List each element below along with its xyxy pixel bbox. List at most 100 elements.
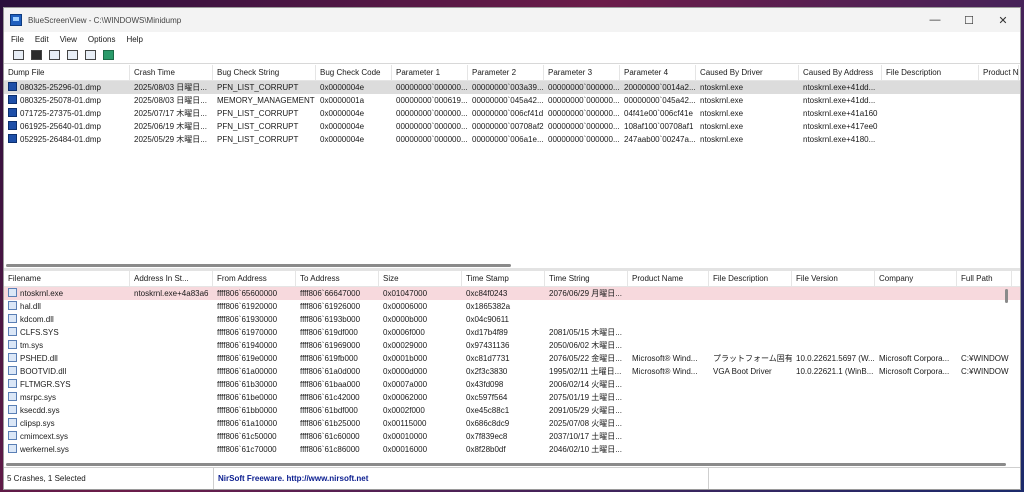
save-icon[interactable] [28,48,44,62]
cell-address-in-stack [130,352,213,365]
cell-time-stamp: 0x04c90611 [466,315,509,324]
cell-full-path [957,417,1012,430]
column-header-address-in-stack[interactable]: Address In St... [130,271,213,286]
cell-parameter-4: 247aab00`00247a... [624,135,696,144]
driver-row[interactable]: cmimcext.sys ffff806`61c50000 ffff806`61c6… [4,430,1020,443]
menu-file[interactable]: File [7,35,31,44]
column-header-to-address[interactable]: To Address [296,271,379,286]
driver-row[interactable]: PSHED.dll ffff806`619e0000 ffff806`619fb00… [4,352,1020,365]
cell-company [875,404,957,417]
cell-full-path [957,339,1012,352]
html-report-icon[interactable] [64,48,80,62]
cell-caused-by-driver: ntoskrnl.exe [700,109,744,118]
column-header-caused-by-driver[interactable]: Caused By Driver [696,65,799,80]
cell-product-name [979,120,1019,133]
properties-icon[interactable] [10,48,26,62]
crash-row[interactable]: 080325-25296-01.dmp 2025/08/03 日曜日... PFN_… [4,81,1020,94]
column-header-company[interactable]: Company [875,271,957,286]
cell-file-description [709,430,792,443]
copy-icon[interactable] [46,48,62,62]
nirsoft-link[interactable]: NirSoft Freeware. http://www.nirsoft.net [214,468,709,489]
crash-list-hscroll[interactable] [6,264,511,267]
find-icon[interactable] [82,48,98,62]
column-header-from-address[interactable]: From Address [213,271,296,286]
maximize-button[interactable]: ☐ [952,14,986,27]
driver-row[interactable]: ntoskrnl.exe ntoskrnl.exe+4a83a6 ffff806`6… [4,287,1020,300]
column-header-file-description[interactable]: File Description [882,65,979,80]
cell-bug-check-code: 0x0000004e [320,122,365,131]
driver-list-vscroll[interactable] [1005,289,1008,303]
minimize-button[interactable]: — [918,14,952,26]
crash-row[interactable]: 080325-25078-01.dmp 2025/08/03 日曜日... MEMO… [4,94,1020,107]
cell-product-name [628,430,709,443]
cell-from-address: ffff806`619e0000 [217,354,278,363]
close-button[interactable]: ✕ [986,14,1020,27]
cell-parameter-1: 00000000`000000... [396,109,468,118]
column-header-filename[interactable]: Filename [4,271,130,286]
cell-address-in-stack [130,313,213,326]
cell-parameter-4: 04f41e00`006cf41e [624,109,693,118]
driver-row[interactable]: msrpc.sys ffff806`61be0000 ffff806`61c4200… [4,391,1020,404]
cell-time-stamp: 0xc84f0243 [466,289,508,298]
menu-options[interactable]: Options [84,35,123,44]
cell-full-path: C:¥WINDOW [961,367,1009,376]
column-header-parameter-2[interactable]: Parameter 2 [468,65,544,80]
driver-row[interactable]: tm.sys ffff806`61940000 ffff806`61969000 0x… [4,339,1020,352]
cell-size: 0x00115000 [383,419,427,428]
column-header-dump-file[interactable]: Dump File [4,65,130,80]
column-header-parameter-3[interactable]: Parameter 3 [544,65,620,80]
column-header-file-description[interactable]: File Description [709,271,792,286]
cell-crash-time: 2025/06/19 木曜日... [134,122,207,131]
column-header-time-stamp[interactable]: Time Stamp [462,271,545,286]
driver-row[interactable]: BOOTVID.dll ffff806`61a00000 ffff806`61a0d… [4,365,1020,378]
column-header-caused-by-address[interactable]: Caused By Address [799,65,882,80]
crash-row[interactable]: 071725-27375-01.dmp 2025/07/17 木曜日... PFN_… [4,107,1020,120]
cell-filename: werkernel.sys [4,443,130,456]
column-header-parameter-4[interactable]: Parameter 4 [620,65,696,80]
column-header-bug-check-string[interactable]: Bug Check String [213,65,316,80]
exit-icon[interactable] [100,48,116,62]
column-header-parameter-1[interactable]: Parameter 1 [392,65,468,80]
column-header-file-version[interactable]: File Version [792,271,875,286]
cell-size: 0x01047000 [383,289,428,298]
driver-row[interactable]: kdcom.dll ffff806`61930000 ffff806`6193b00… [4,313,1020,326]
driver-file-icon [8,353,17,362]
menu-edit[interactable]: Edit [31,35,56,44]
cell-crash-time: 2025/07/17 木曜日... [134,109,207,118]
driver-row[interactable]: werkernel.sys ffff806`61c70000 ffff806`61c… [4,443,1020,456]
driver-row[interactable]: FLTMGR.SYS ffff806`61b30000 ffff806`61baa0… [4,378,1020,391]
cell-full-path [957,300,1012,313]
cell-full-path [957,378,1012,391]
column-header-size[interactable]: Size [379,271,462,286]
column-header-crash-time[interactable]: Crash Time [130,65,213,80]
cell-size: 0x0002f000 [383,406,425,415]
cell-filename: kdcom.dll [4,313,130,326]
driver-file-icon [8,288,17,297]
crash-row[interactable]: 052925-26484-01.dmp 2025/05/29 木曜日... PFN_… [4,133,1020,146]
dump-file-icon [8,108,17,117]
crash-row[interactable]: 061925-25640-01.dmp 2025/06/19 木曜日... PFN_… [4,120,1020,133]
column-header-bug-check-code[interactable]: Bug Check Code [316,65,392,80]
driver-row[interactable]: CLFS.SYS ffff806`61970000 ffff806`619df000… [4,326,1020,339]
menu-view[interactable]: View [56,35,84,44]
status-bar: 5 Crashes, 1 Selected NirSoft Freeware. … [4,467,1020,489]
cell-address-in-stack [130,365,213,378]
column-header-product-name[interactable]: Product Name [628,271,709,286]
cell-product-name [628,313,709,326]
title-bar[interactable]: BlueScreenView - C:\WINDOWS\Minidump — ☐… [4,8,1020,32]
column-header-time-string[interactable]: Time String [545,271,628,286]
crash-list-header: Dump File Crash Time Bug Check String Bug C… [4,65,1020,81]
cell-file-version [792,430,875,443]
driver-row[interactable]: ksecdd.sys ffff806`61bb0000 ffff806`61bdf0… [4,404,1020,417]
cell-to-address: ffff806`61baa000 [300,380,361,389]
cell-caused-by-address: ntoskrnl.exe+417ee0 [803,122,878,131]
cell-text: msrpc.sys [20,393,56,402]
driver-list-hscroll[interactable] [6,463,1006,466]
driver-row[interactable]: clipsp.sys ffff806`61a10000 ffff806`61b250… [4,417,1020,430]
driver-row[interactable]: hal.dll ffff806`61920000 ffff806`61926000 0… [4,300,1020,313]
menu-help[interactable]: Help [122,35,149,44]
column-header-full-path[interactable]: Full Path [957,271,1012,286]
column-header-product-name[interactable]: Product N [979,65,1019,80]
cell-time-string: 2076/06/29 月曜日... [549,289,622,298]
cell-from-address: ffff806`61a10000 [217,419,278,428]
